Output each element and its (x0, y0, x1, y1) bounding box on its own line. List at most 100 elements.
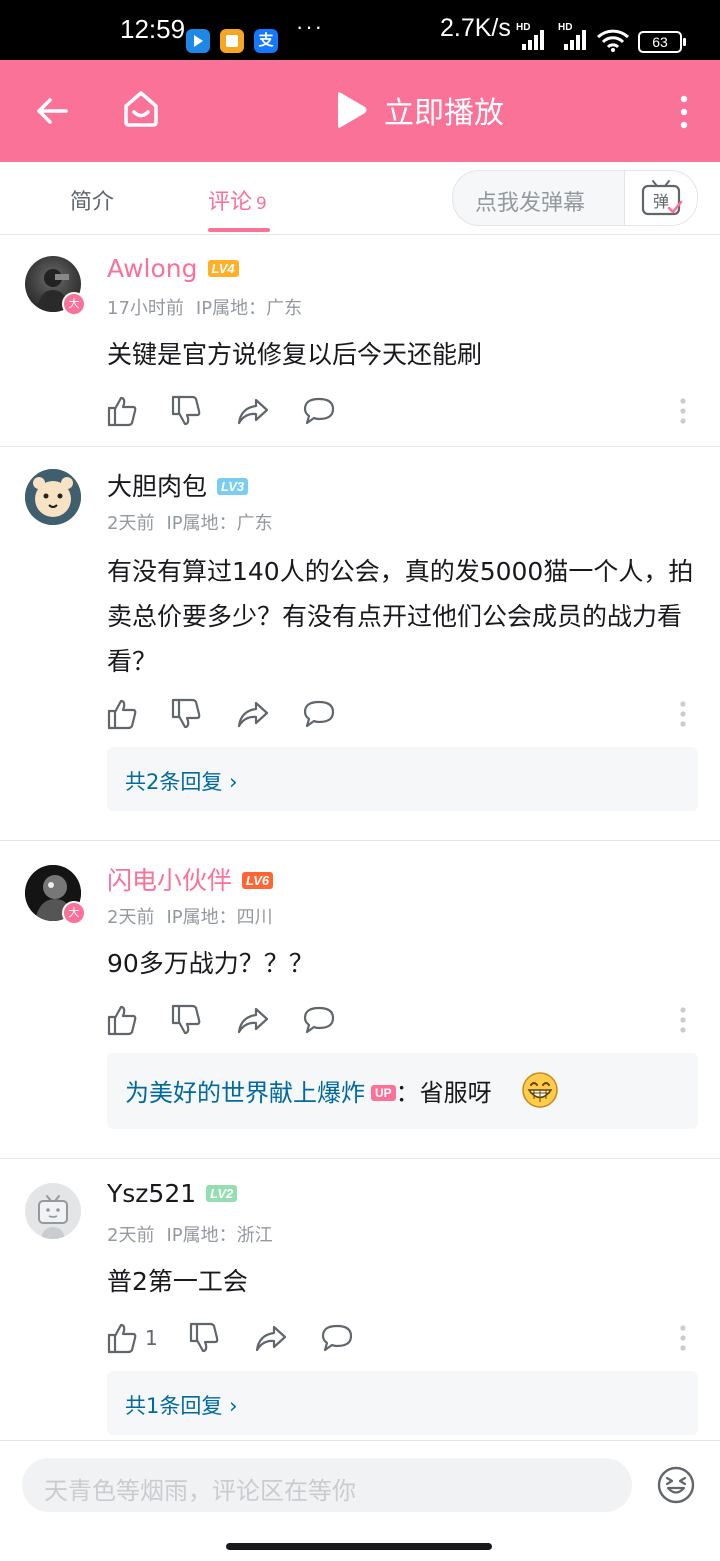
comment-time: 2天前 (107, 907, 155, 928)
comment-input-placeholder: 天青色等烟雨，评论区在等你 (44, 1477, 356, 1505)
network-speed: 2.7K/s (440, 14, 511, 42)
reply-button[interactable] (321, 1321, 353, 1355)
like-button[interactable] (107, 394, 137, 428)
level-badge: LV4 (207, 259, 239, 277)
home-indicator[interactable] (226, 1543, 492, 1550)
view-replies-label: 共2条回复 › (125, 766, 237, 796)
comment-actions (107, 394, 697, 428)
share-button[interactable] (237, 1003, 269, 1037)
view-replies-label: 共1条回复 › (125, 1390, 237, 1420)
danmaku-toggle-button[interactable]: 弹 (624, 171, 697, 225)
play-icon (338, 92, 367, 128)
share-button[interactable] (237, 394, 269, 428)
avatar[interactable] (25, 1183, 81, 1239)
dislike-button[interactable] (171, 394, 201, 428)
like-count: 1 (145, 1326, 158, 1350)
comment-item: Ysz521 LV2 2天前 IP属地：浙江 普2第一工会 1 共1条回复 › (0, 1159, 720, 1439)
chevron-right-icon: › (229, 1394, 238, 1418)
danmaku-input[interactable]: 点我发弹幕 弹 (452, 170, 698, 226)
reply-bubble-icon (303, 397, 335, 425)
username-text: 大胆肉包 (107, 472, 208, 501)
comment-more-icon[interactable] (673, 396, 693, 426)
comment-meta: 2天前 IP属地：浙江 (107, 1221, 273, 1247)
username-text: Awlong (107, 254, 198, 283)
comment-meta: 17小时前 IP属地：广东 (107, 294, 302, 320)
comment-item: 大胆肉包 LV3 2天前 IP属地：广东 有没有算过140人的公会，真的发5000猫… (0, 447, 720, 839)
up-badge: UP (371, 1085, 396, 1101)
comment-input[interactable]: 天青色等烟雨，评论区在等你 (22, 1458, 632, 1512)
danmaku-glyph: 弹 (653, 192, 669, 211)
level-badge: LV3 (217, 477, 249, 495)
active-tab-indicator (208, 228, 270, 232)
avatar[interactable] (25, 469, 81, 525)
thumbs-up-icon (107, 699, 137, 730)
comment-more-icon[interactable] (673, 1005, 693, 1035)
comment-time: 2天前 (107, 1225, 155, 1246)
dislike-button[interactable] (171, 1003, 201, 1037)
reply-bubble-icon (303, 700, 335, 728)
like-button[interactable] (107, 1003, 137, 1037)
like-button[interactable]: 1 (107, 1321, 158, 1355)
tab-intro[interactable]: 简介 (70, 184, 114, 216)
comment-more-icon[interactable] (673, 699, 693, 729)
comment-actions (107, 697, 697, 731)
comment-content: 90多万战力？？？ (107, 949, 314, 978)
vip-badge-icon: 大 (62, 292, 86, 316)
level-badge: LV6 (242, 871, 274, 889)
share-icon (255, 1325, 287, 1352)
replies-count-text: 共2条回复 (125, 770, 223, 794)
reply-bubble-icon (303, 1006, 335, 1034)
play-now-button[interactable]: 立即播放 (330, 88, 504, 132)
replies-count-text: 共1条回复 (125, 1394, 223, 1418)
tab-comments[interactable]: 评论 9 (208, 184, 267, 216)
share-button[interactable] (255, 1321, 287, 1355)
messenger-app-icon (186, 29, 210, 53)
comment-ip: IP属地：广东 (195, 298, 303, 319)
dislike-button[interactable] (171, 697, 201, 731)
reply-button[interactable] (303, 697, 335, 731)
share-icon (237, 1007, 269, 1034)
reply-button[interactable] (303, 1003, 335, 1037)
notification-more-icon: ··· (296, 14, 324, 39)
thumbs-down-icon (171, 395, 201, 426)
like-button[interactable] (107, 697, 137, 731)
comment-item: 大 Awlong LV4 17小时前 IP属地：广东 关键是官方说修复以后今天还能刷 (0, 234, 720, 446)
emoji-picker-icon[interactable] (656, 1465, 696, 1505)
comment-actions: 1 (107, 1321, 697, 1355)
thumbs-up-icon (107, 1323, 137, 1354)
home-icon[interactable] (120, 88, 162, 130)
username-text: 闪电小伙伴 (107, 866, 233, 895)
signal-icon-2 (564, 28, 586, 50)
comment-time: 17小时前 (107, 298, 184, 319)
comment-username[interactable]: Awlong LV4 (107, 254, 239, 283)
dislike-button[interactable] (189, 1321, 219, 1355)
comment-username[interactable]: 闪电小伙伴 LV6 (107, 861, 274, 897)
comment-ip: IP属地：浙江 (166, 1225, 273, 1246)
more-vertical-icon[interactable] (672, 94, 696, 130)
comment-content: 关键是官方说修复以后今天还能刷 (107, 340, 483, 369)
reply-button[interactable] (303, 394, 335, 428)
sub-reply-preview[interactable]: 为美好的世界献上爆炸 UP ：省服呀 (107, 1053, 698, 1129)
danmaku-placeholder: 点我发弹幕 (475, 191, 586, 216)
reply-bubble-icon (321, 1324, 353, 1352)
share-icon (237, 701, 269, 728)
comment-username[interactable]: 大胆肉包 LV3 (107, 467, 249, 503)
thumbs-up-icon (107, 396, 137, 427)
thumbs-down-icon (171, 1004, 201, 1035)
video-top-bar: 立即播放 (0, 60, 720, 162)
view-replies-button[interactable]: 共2条回复 › (107, 747, 698, 811)
comment-input-bar: 天青色等烟雨，评论区在等你 (0, 1440, 720, 1561)
comment-more-icon[interactable] (673, 1323, 693, 1353)
share-button[interactable] (237, 697, 269, 731)
view-replies-button[interactable]: 共1条回复 › (107, 1371, 698, 1435)
thumbs-down-icon (171, 698, 201, 729)
comment-ip: IP属地：四川 (166, 907, 273, 928)
comment-username[interactable]: Ysz521 LV2 (107, 1179, 238, 1208)
sub-reply-author[interactable]: 为美好的世界献上爆炸 (125, 1079, 365, 1107)
status-time: 12:59 (120, 14, 186, 44)
back-arrow-icon[interactable] (34, 93, 70, 129)
thumbs-up-icon (107, 1005, 137, 1036)
play-now-label: 立即播放 (384, 96, 504, 131)
comment-actions (107, 1003, 697, 1037)
danmaku-tv-icon: 弹 (641, 180, 683, 216)
